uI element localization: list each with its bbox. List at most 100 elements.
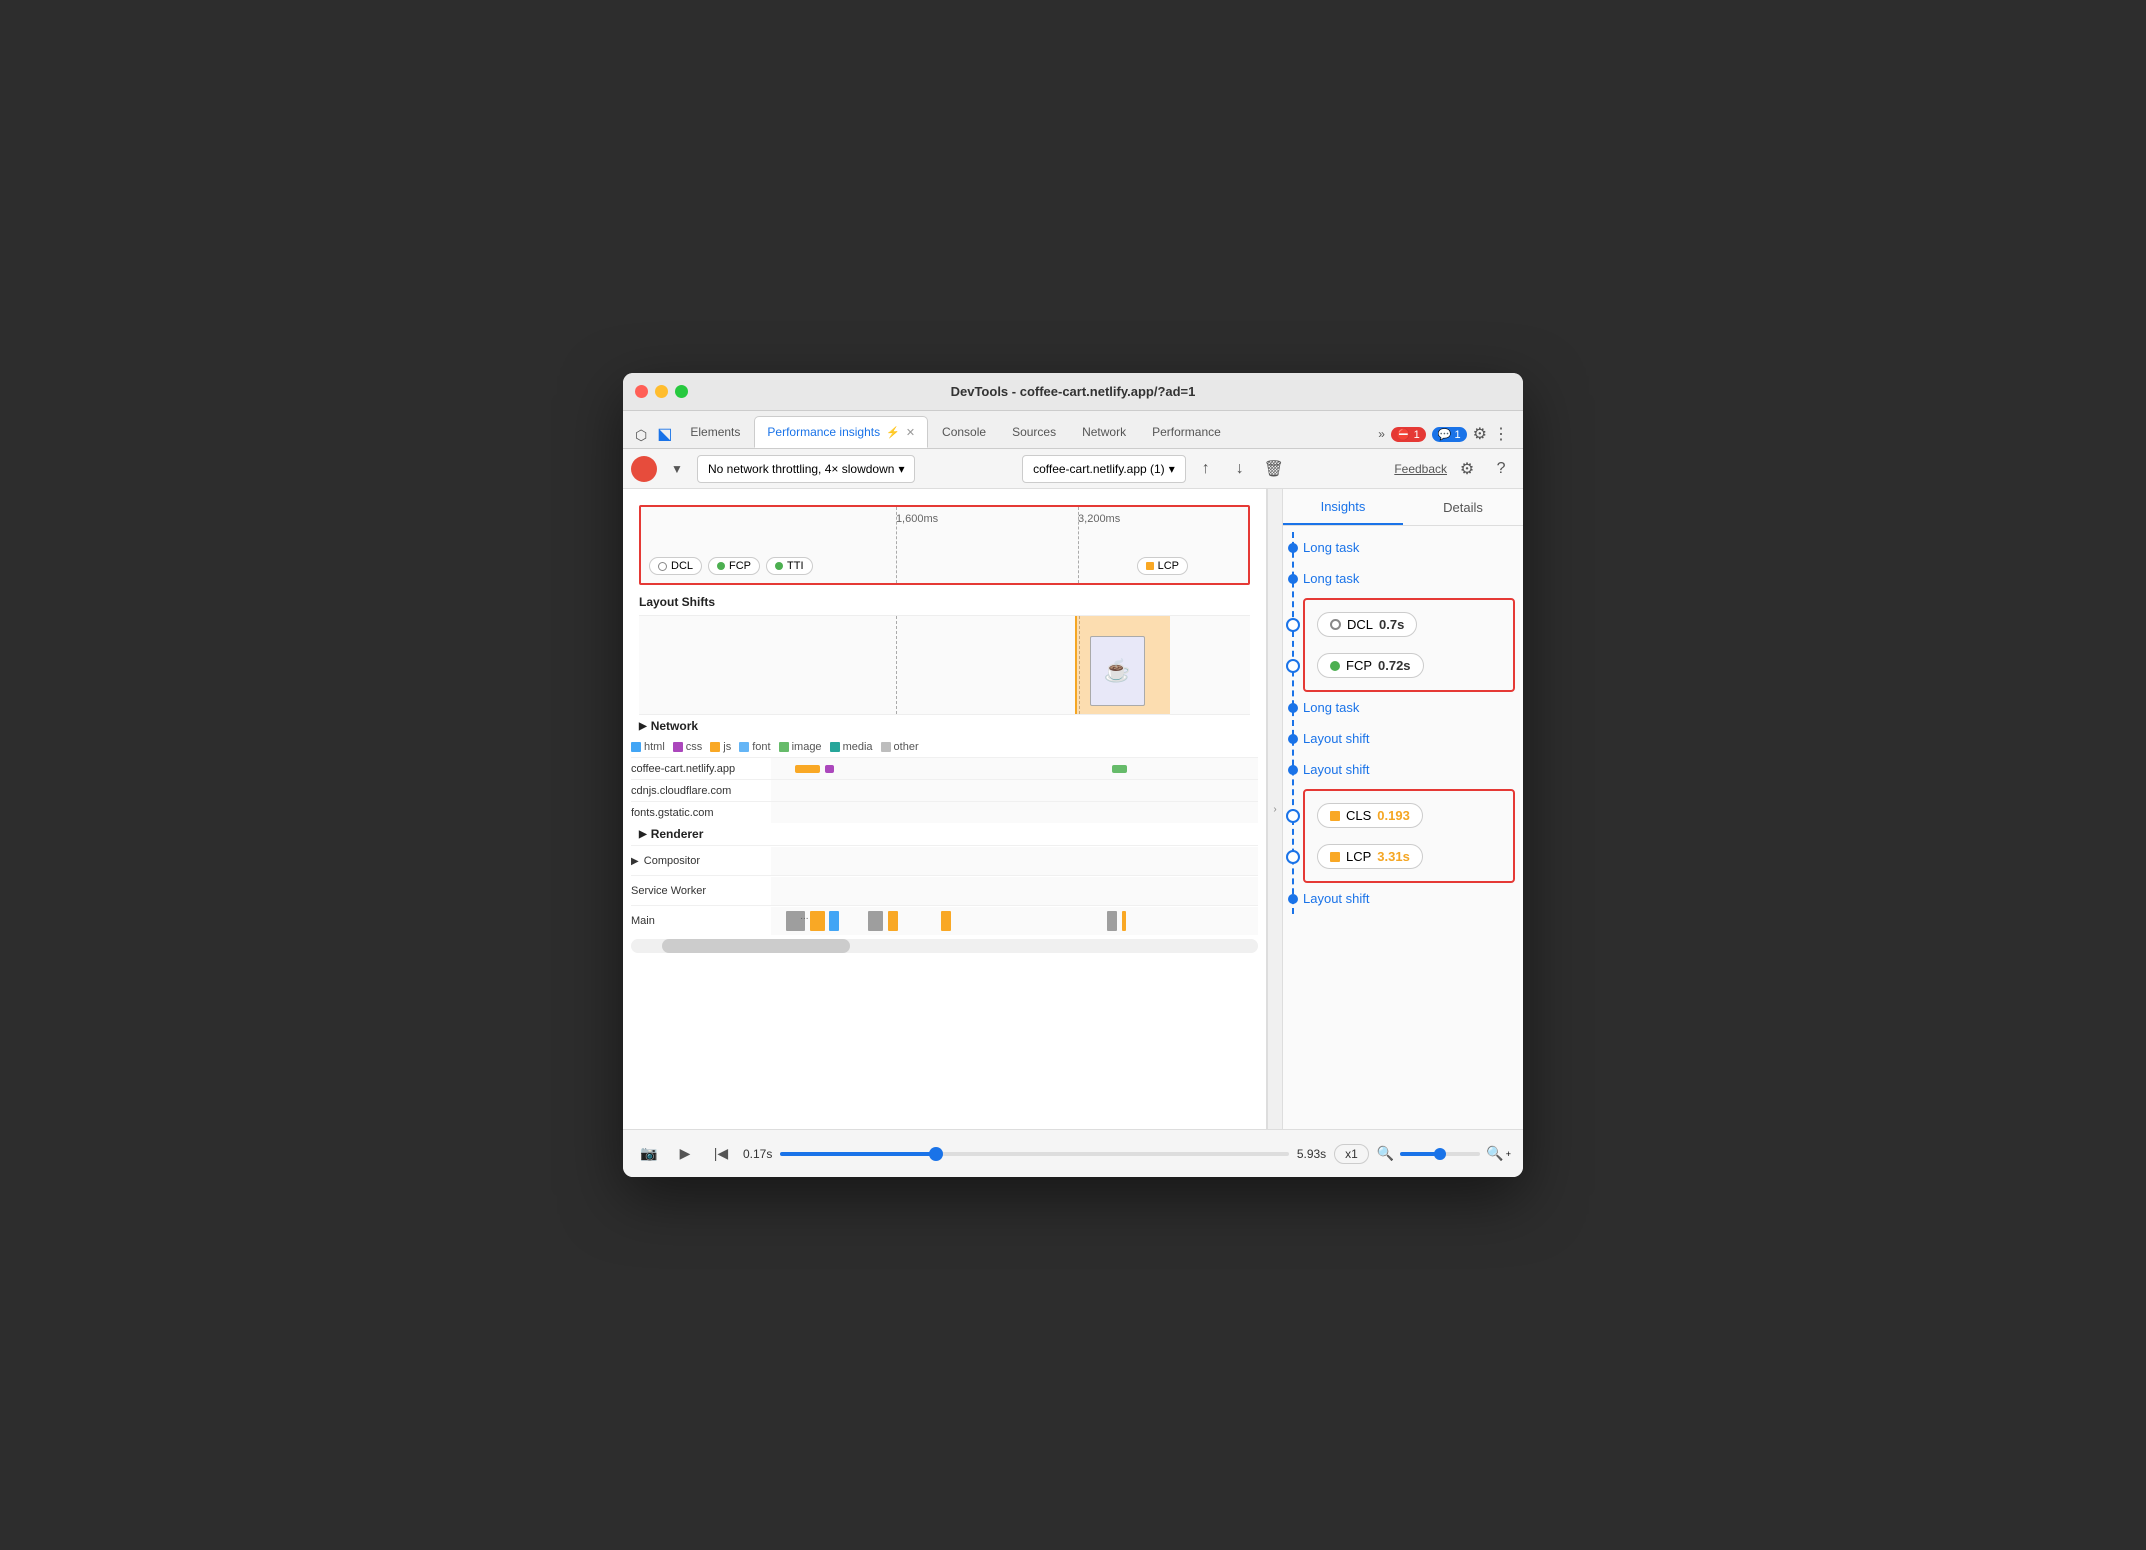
- service-worker-label: Service Worker: [631, 883, 771, 899]
- playback-bar: 📷 ▶ |◀ 0.17s 5.93s x1 🔍 🔍+: [623, 1129, 1523, 1177]
- dcl-circle: [1286, 618, 1300, 632]
- network-row-label-1: cdnjs.cloudflare.com: [631, 785, 771, 797]
- zoom-out-icon[interactable]: 🔍: [1377, 1145, 1394, 1162]
- long-task-link-1[interactable]: Long task: [1303, 540, 1359, 555]
- minimize-button[interactable]: [655, 385, 668, 398]
- main-track: ...: [771, 907, 1258, 935]
- legend-dot-image: [779, 742, 789, 752]
- zoom-slider[interactable]: [1400, 1152, 1480, 1156]
- tab-network[interactable]: Network: [1070, 416, 1138, 448]
- lcp-metric-label: LCP: [1346, 849, 1371, 864]
- timeline-header: 1,600ms 3,200ms DCL FCP TTI: [639, 505, 1250, 585]
- legend-html: html: [631, 741, 665, 753]
- network-throttle-dropdown[interactable]: No network throttling, 4× slowdown ▾: [697, 455, 915, 483]
- zoom-in-icon[interactable]: 🔍+: [1486, 1145, 1511, 1162]
- tab-close-icon[interactable]: ✕: [906, 426, 915, 439]
- service-worker-track: [771, 877, 1258, 905]
- dcl-chip[interactable]: DCL: [649, 557, 702, 575]
- upload-icon[interactable]: ↑: [1192, 455, 1220, 483]
- gear-icon[interactable]: ⚙: [1453, 455, 1481, 483]
- main-bar-5: [888, 911, 898, 931]
- cls-metric-row: CLS 0.193: [1305, 795, 1513, 836]
- help-icon[interactable]: ?: [1487, 455, 1515, 483]
- panel-collapse-handle[interactable]: ›: [1267, 489, 1283, 1129]
- tti-chip[interactable]: TTI: [766, 557, 813, 575]
- tab-details[interactable]: Details: [1403, 489, 1523, 525]
- devtools-window: DevTools - coffee-cart.netlify.app/?ad=1…: [623, 373, 1523, 1177]
- tab-elements[interactable]: Elements: [678, 416, 752, 448]
- close-button[interactable]: [635, 385, 648, 398]
- tab-performance-label: Performance: [1152, 425, 1221, 439]
- throttle-dropdown-arrow: ▾: [898, 462, 904, 476]
- insights-list: Long task Long task: [1283, 526, 1523, 1129]
- insight-item-9: Layout shift: [1303, 883, 1523, 914]
- main-bar-3: [829, 911, 839, 931]
- playback-slider-container: [780, 1152, 1288, 1156]
- skip-to-start-button[interactable]: |◀: [707, 1140, 735, 1168]
- horizontal-scrollbar[interactable]: [631, 939, 1258, 953]
- scrollbar-thumb[interactable]: [662, 939, 850, 953]
- tab-console[interactable]: Console: [930, 416, 998, 448]
- legend-dot-js: [710, 742, 720, 752]
- collapse-arrow-icon: ›: [1273, 804, 1276, 815]
- renderer-section-header[interactable]: ▶ Renderer: [631, 823, 1258, 845]
- legend-other-label: other: [894, 741, 919, 753]
- tab-insights[interactable]: Insights: [1283, 489, 1403, 525]
- tab-performance[interactable]: Performance: [1140, 416, 1233, 448]
- main-label: Main: [631, 913, 771, 929]
- dcl-label: DCL: [671, 560, 693, 572]
- zoom-control: 🔍 🔍+: [1377, 1145, 1511, 1162]
- main-bar-8: [1122, 911, 1127, 931]
- screenshot-toggle-button[interactable]: 📷: [635, 1140, 663, 1168]
- long-task-link-3[interactable]: Long task: [1303, 700, 1359, 715]
- main-bar-2: [810, 911, 825, 931]
- fcp-label: FCP: [729, 560, 751, 572]
- lcp-circle: [1286, 850, 1300, 864]
- more-tabs-icon[interactable]: »: [1378, 427, 1385, 441]
- inspect-icon: ⬕: [653, 424, 676, 444]
- settings-icon[interactable]: ⚙: [1473, 424, 1487, 444]
- details-tab-label: Details: [1443, 500, 1483, 515]
- legend-dot-media: [830, 742, 840, 752]
- legend-html-label: html: [644, 741, 665, 753]
- network-throttle-label: No network throttling, 4× slowdown: [708, 462, 894, 476]
- lcp-chip[interactable]: LCP: [1137, 557, 1188, 575]
- long-task-link-2[interactable]: Long task: [1303, 571, 1359, 586]
- delete-icon[interactable]: 🗑: [1260, 455, 1288, 483]
- dropdown-arrow[interactable]: ▼: [663, 455, 691, 483]
- legend-dot-other: [881, 742, 891, 752]
- insights-panel: Insights Details Long task: [1283, 489, 1523, 1129]
- playback-slider[interactable]: [780, 1152, 1288, 1156]
- tab-performance-insights[interactable]: Performance insights ⚡ ✕: [754, 416, 928, 448]
- network-legend: html css js font: [631, 737, 1258, 757]
- message-badge: 💬 1: [1432, 427, 1467, 442]
- maximize-button[interactable]: [675, 385, 688, 398]
- dcl-metric-value: 0.7s: [1379, 617, 1404, 632]
- playback-end-time: 5.93s: [1297, 1147, 1326, 1161]
- title-bar: DevTools - coffee-cart.netlify.app/?ad=1: [623, 373, 1523, 411]
- tab-sources[interactable]: Sources: [1000, 416, 1068, 448]
- compositor-track: [771, 847, 1258, 875]
- layout-shift-link-3[interactable]: Layout shift: [1303, 891, 1370, 906]
- network-section-header[interactable]: ▶ Network: [631, 715, 1258, 737]
- cls-metric-label: CLS: [1346, 808, 1371, 823]
- play-button[interactable]: ▶: [671, 1140, 699, 1168]
- insight-dot-9: [1288, 894, 1298, 904]
- layout-shift-link-2[interactable]: Layout shift: [1303, 762, 1370, 777]
- insight-item-4: Long task: [1303, 692, 1523, 723]
- url-dropdown[interactable]: coffee-cart.netlify.app (1) ▾: [1022, 455, 1186, 483]
- tti-label: TTI: [787, 560, 804, 572]
- dots-indicator: ...: [800, 911, 808, 922]
- insight-dot-6: [1288, 765, 1298, 775]
- feedback-link[interactable]: Feedback: [1394, 462, 1447, 476]
- dcl-metric-row: DCL 0.7s: [1305, 604, 1513, 645]
- fcp-chip[interactable]: FCP: [708, 557, 760, 575]
- ls-dashed-1: [896, 616, 897, 714]
- timeline-header-wrapper: 1,600ms 3,200ms DCL FCP TTI: [623, 489, 1266, 585]
- record-button[interactable]: [631, 456, 657, 482]
- insight-dot-5: [1288, 734, 1298, 744]
- speed-badge: x1: [1334, 1144, 1369, 1164]
- more-options-icon[interactable]: ⋮: [1493, 424, 1509, 444]
- download-icon[interactable]: ↓: [1226, 455, 1254, 483]
- layout-shift-link-1[interactable]: Layout shift: [1303, 731, 1370, 746]
